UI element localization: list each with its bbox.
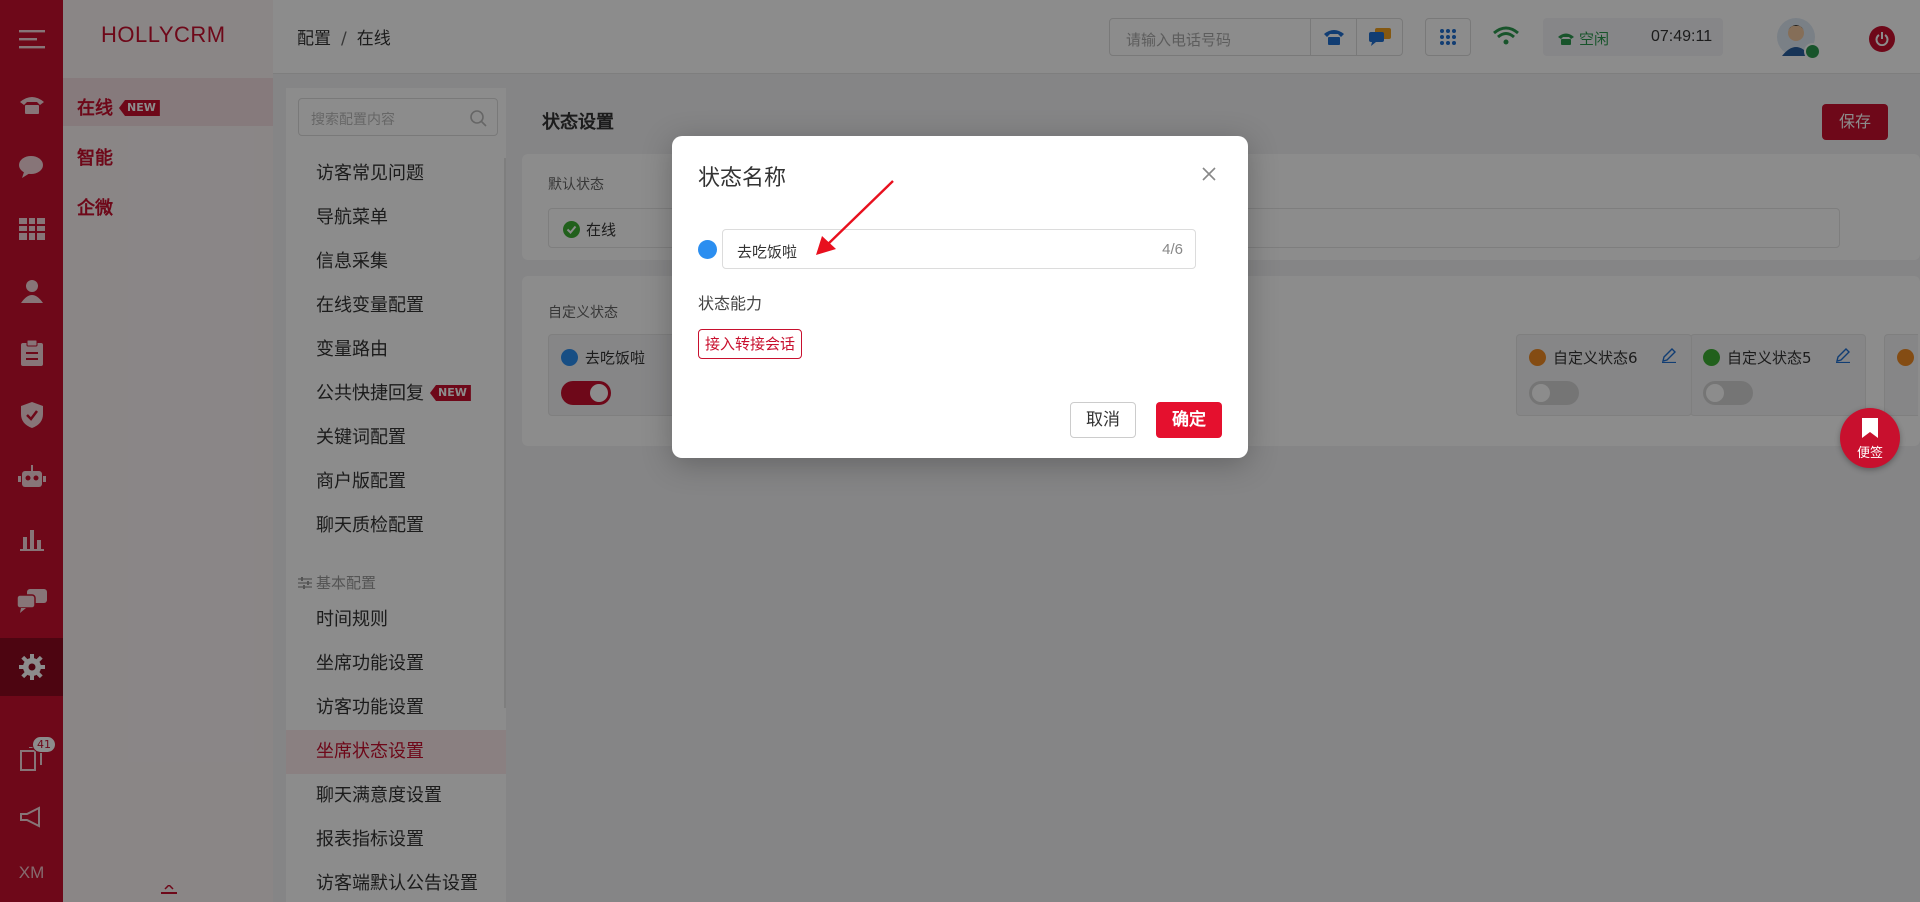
dialog-title: 状态名称 — [698, 166, 787, 191]
cancel-button[interactable]: 取消 — [1070, 402, 1136, 438]
close-icon[interactable] — [1202, 166, 1216, 185]
char-counter: 4/6 — [1162, 241, 1183, 258]
status-name-input[interactable]: 去吃饭啦 4/6 — [722, 229, 1196, 269]
status-name-dialog: 状态名称 去吃饭啦 4/6 状态能力 接入转接会话 取消 确定 — [672, 136, 1248, 458]
sticky-note-button[interactable]: 便签 — [1840, 408, 1900, 468]
status-color-picker[interactable] — [698, 240, 717, 259]
confirm-button[interactable]: 确定 — [1156, 402, 1222, 438]
capability-tag[interactable]: 接入转接会话 — [698, 329, 803, 359]
capability-label: 状态能力 — [698, 294, 763, 313]
bookmark-icon — [1862, 418, 1878, 438]
